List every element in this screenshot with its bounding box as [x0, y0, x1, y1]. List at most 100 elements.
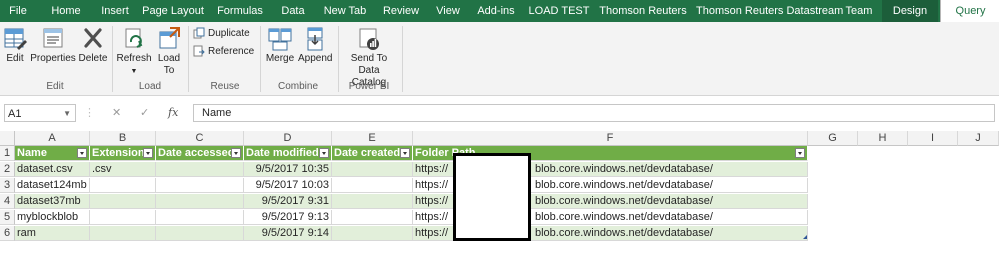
column-header-j[interactable]: J	[958, 131, 999, 146]
chevron-down-icon[interactable]: ▼	[63, 105, 71, 123]
tab-new-tab[interactable]: New Tab	[318, 0, 372, 22]
table-cell[interactable]	[90, 194, 156, 209]
table-cell[interactable]	[332, 162, 413, 177]
tab-page-layout[interactable]: Page Layout	[140, 0, 206, 22]
data-catalog-icon	[359, 28, 379, 50]
tab-file[interactable]: File	[0, 0, 36, 22]
column-header-a[interactable]: A	[15, 131, 90, 146]
tab-view[interactable]: View	[430, 0, 466, 22]
table-cell[interactable]: dataset.csv	[15, 162, 90, 177]
row-header-1[interactable]: 1	[0, 146, 15, 161]
table-cell[interactable]: .csv	[90, 162, 156, 177]
table-cell[interactable]	[156, 162, 244, 177]
formula-input[interactable]: Name	[193, 104, 995, 122]
table-cell[interactable]: ram	[15, 226, 90, 241]
filter-dropdown-icon[interactable]	[795, 148, 805, 158]
column-header-c[interactable]: C	[156, 131, 244, 146]
table-cell[interactable]	[332, 194, 413, 209]
tab-design[interactable]: Design	[882, 0, 938, 22]
table-cell[interactable]: dataset124mb	[15, 178, 90, 193]
table-cell[interactable]: 9/5/2017 9:14	[244, 226, 332, 241]
column-header-e[interactable]: E	[332, 131, 413, 146]
edit-button[interactable]: Edit	[2, 26, 28, 65]
filter-dropdown-icon[interactable]	[77, 148, 87, 158]
redaction-box	[453, 153, 531, 241]
append-button[interactable]: Append	[298, 26, 332, 65]
table-resize-handle[interactable]	[803, 235, 807, 239]
table-cell[interactable]: 9/5/2017 10:03	[244, 178, 332, 193]
group-separator	[402, 26, 403, 92]
table-cell[interactable]	[156, 178, 244, 193]
delete-x-icon	[84, 28, 102, 48]
filter-dropdown-icon[interactable]	[231, 148, 241, 158]
group-separator	[338, 26, 339, 92]
reference-icon	[193, 45, 205, 57]
table-cell[interactable]	[90, 210, 156, 225]
tab-formulas[interactable]: Formulas	[212, 0, 268, 22]
group-separator	[112, 26, 113, 92]
row-header-6[interactable]: 6	[0, 226, 15, 241]
send-to-data-catalog-button[interactable]: Send To Data Catalog	[340, 26, 398, 89]
table-header-cell[interactable]: Name	[15, 146, 90, 161]
select-all-corner[interactable]	[0, 131, 15, 146]
table-cell[interactable]	[332, 226, 413, 241]
tab-thomson-reuters-datastream[interactable]: Thomson Reuters Datastream	[696, 0, 843, 22]
table-cell[interactable]	[156, 194, 244, 209]
column-header-i[interactable]: I	[908, 131, 958, 146]
table-header-cell[interactable]: Extension	[90, 146, 156, 161]
table-cell[interactable]: dataset37mb	[15, 194, 90, 209]
duplicate-icon	[193, 27, 205, 39]
table-cell[interactable]	[332, 210, 413, 225]
tab-add-ins[interactable]: Add-ins	[472, 0, 520, 22]
name-box[interactable]: A1 ▼	[4, 104, 76, 122]
table-cell[interactable]	[332, 178, 413, 193]
column-header-h[interactable]: H	[858, 131, 908, 146]
edit-group-label: Edit	[46, 81, 64, 92]
filter-dropdown-icon[interactable]	[400, 148, 410, 158]
tab-home[interactable]: Home	[40, 0, 92, 22]
column-header-b[interactable]: B	[90, 131, 156, 146]
merge-icon	[268, 28, 292, 51]
insert-function-icon[interactable]: fx	[168, 104, 178, 122]
row-header-4[interactable]: 4	[0, 194, 15, 209]
merge-button[interactable]: Merge	[264, 26, 296, 65]
column-header-g[interactable]: G	[808, 131, 858, 146]
tab-review[interactable]: Review	[380, 0, 422, 22]
delete-button[interactable]: Delete	[78, 26, 108, 65]
filter-dropdown-icon[interactable]	[143, 148, 153, 158]
table-cell[interactable]	[90, 226, 156, 241]
reference-button[interactable]: Reference	[193, 44, 254, 60]
table-cell[interactable]: 9/5/2017 9:31	[244, 194, 332, 209]
load-to-button[interactable]: Load To	[154, 26, 184, 77]
cancel-icon[interactable]: ✕	[112, 104, 121, 122]
tab-insert[interactable]: Insert	[94, 0, 136, 22]
row-header-5[interactable]: 5	[0, 210, 15, 225]
table-header-cell[interactable]: Date modified	[244, 146, 332, 161]
tab-team[interactable]: Team	[842, 0, 876, 22]
table-cell[interactable]: 9/5/2017 10:35	[244, 162, 332, 177]
table-header-cell[interactable]: Date created	[332, 146, 413, 161]
combine-group-label: Combine	[277, 81, 319, 92]
tab-load-test[interactable]: LOAD TEST	[526, 0, 592, 22]
chevron-down-icon: ▼	[130, 68, 138, 75]
table-cell[interactable]	[90, 178, 156, 193]
tab-query[interactable]: Query	[940, 0, 999, 22]
duplicate-button[interactable]: Duplicate	[193, 26, 250, 42]
tab-thomson-reuters[interactable]: Thomson Reuters	[598, 0, 688, 22]
column-header-f[interactable]: F	[413, 131, 808, 146]
column-header-d[interactable]: D	[244, 131, 332, 146]
properties-button[interactable]: Properties	[30, 26, 76, 65]
table-cell[interactable]	[156, 226, 244, 241]
row-header-3[interactable]: 3	[0, 178, 15, 193]
enter-icon[interactable]: ✓	[140, 104, 149, 122]
table-cell[interactable]: myblockblob	[15, 210, 90, 225]
refresh-button[interactable]: Refresh ▼	[116, 26, 152, 78]
filter-dropdown-icon[interactable]	[319, 148, 329, 158]
append-icon	[307, 27, 323, 51]
table-header-cell[interactable]: Date accessed	[156, 146, 244, 161]
table-cell[interactable]	[156, 210, 244, 225]
row-header-2[interactable]: 2	[0, 162, 15, 177]
tab-data[interactable]: Data	[276, 0, 310, 22]
table-cell[interactable]: 9/5/2017 9:13	[244, 210, 332, 225]
formula-bar-buttons: ⋮ ✕ ✓ fx	[84, 104, 189, 122]
